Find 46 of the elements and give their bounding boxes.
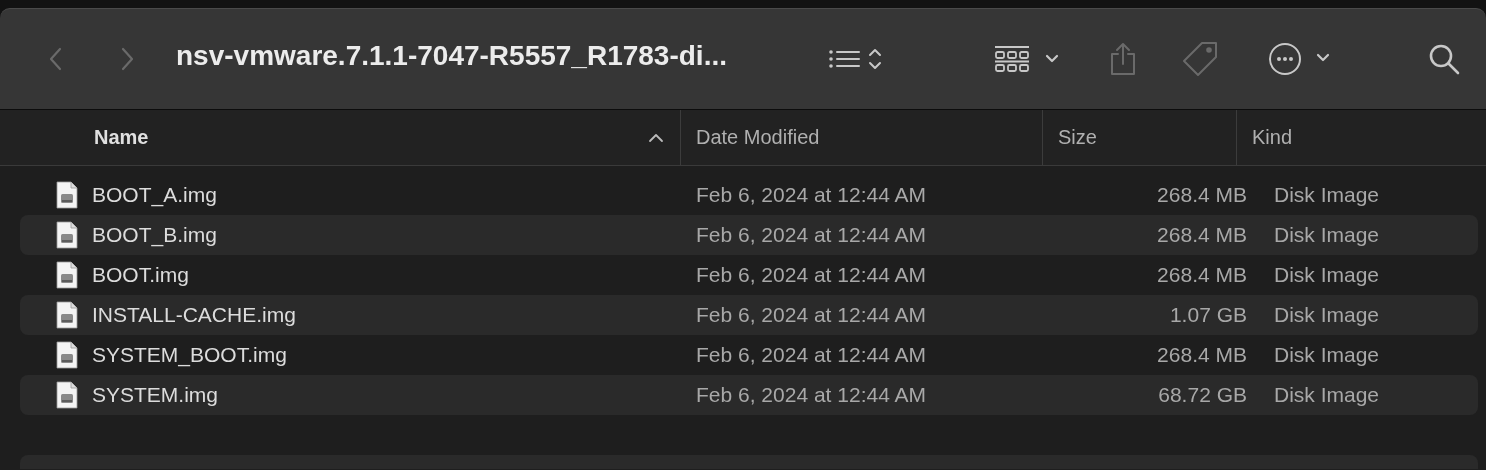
column-header[interactable]: Name	[0, 110, 680, 165]
file-row[interactable]: BOOT_B.img Feb 6, 2024 at 12:44 AM 268.4 MB Disk Image	[20, 215, 1478, 255]
disk-image-file-icon	[56, 181, 78, 209]
file-kind: Disk Image	[1273, 343, 1381, 367]
file-size: 268.4 MB	[1156, 343, 1247, 367]
file-row[interactable]: INSTALL-CACHE.img Feb 6, 2024 at 12:44 AM 1.07 GB Disk Image	[20, 295, 1478, 335]
file-name: SYSTEM.img	[92, 383, 219, 407]
file-kind: Disk Image	[1273, 183, 1381, 207]
file-size: 1.07 GB	[1168, 303, 1247, 327]
file-kind: Disk Image	[1273, 383, 1381, 407]
date-modified: Feb 6, 2024 at 12:44 AM	[695, 343, 927, 367]
file-row[interactable]: SYSTEM.img Feb 6, 2024 at 12:44 AM 68.72 GB Disk Image	[20, 375, 1478, 415]
search-icon[interactable]	[1428, 43, 1460, 75]
column-header[interactable]: Size	[1042, 110, 1236, 165]
column-header[interactable]: Date Modified	[680, 110, 1042, 165]
disk-image-file-icon	[56, 221, 78, 249]
grid-icon[interactable]	[994, 45, 1059, 73]
file-row[interactable]: SYSTEM_BOOT.img Feb 6, 2024 at 12:44 AM 268.4 MB Disk Image	[20, 335, 1478, 375]
disk-image-file-icon	[56, 381, 78, 409]
file-name: INSTALL-CACHE.img	[92, 303, 296, 327]
file-name: BOOT_A.img	[92, 183, 217, 207]
file-row[interactable]: BOOT.img Feb 6, 2024 at 12:44 AM 268.4 MB Disk Image	[20, 255, 1478, 295]
file-row[interactable]: BOOT_A.img Feb 6, 2024 at 12:44 AM 268.4 MB Disk Image	[20, 175, 1478, 215]
date-modified: Feb 6, 2024 at 12:44 AM	[695, 263, 927, 287]
file-size: 268.4 MB	[1156, 263, 1247, 287]
list-view-icon[interactable]	[828, 46, 882, 72]
file-kind: Disk Image	[1273, 263, 1381, 287]
file-size: 268.4 MB	[1156, 223, 1247, 247]
file-name: SYSTEM_BOOT.img	[92, 343, 287, 367]
window-title: nsv-vmware.7.1.1-7047-R5557_R1783-di...	[176, 40, 727, 72]
file-size: 268.4 MB	[1156, 183, 1247, 207]
file-size: 68.72 GB	[1157, 383, 1247, 407]
file-kind: Disk Image	[1273, 223, 1381, 247]
date-modified: Feb 6, 2024 at 12:44 AM	[695, 223, 927, 247]
date-modified: Feb 6, 2024 at 12:44 AM	[695, 183, 927, 207]
file-name: BOOT_B.img	[92, 223, 217, 247]
file-name: BOOT.img	[92, 263, 189, 287]
file-kind: Disk Image	[1273, 303, 1381, 327]
disk-image-file-icon	[56, 301, 78, 329]
disk-image-file-icon	[56, 261, 78, 289]
date-modified: Feb 6, 2024 at 12:44 AM	[695, 303, 927, 327]
sort-ascending-icon	[648, 132, 664, 143]
more-icon[interactable]	[1268, 42, 1330, 76]
column-header[interactable]: Kind	[1236, 110, 1486, 165]
disk-image-file-icon	[56, 341, 78, 369]
date-modified: Feb 6, 2024 at 12:44 AM	[695, 383, 927, 407]
